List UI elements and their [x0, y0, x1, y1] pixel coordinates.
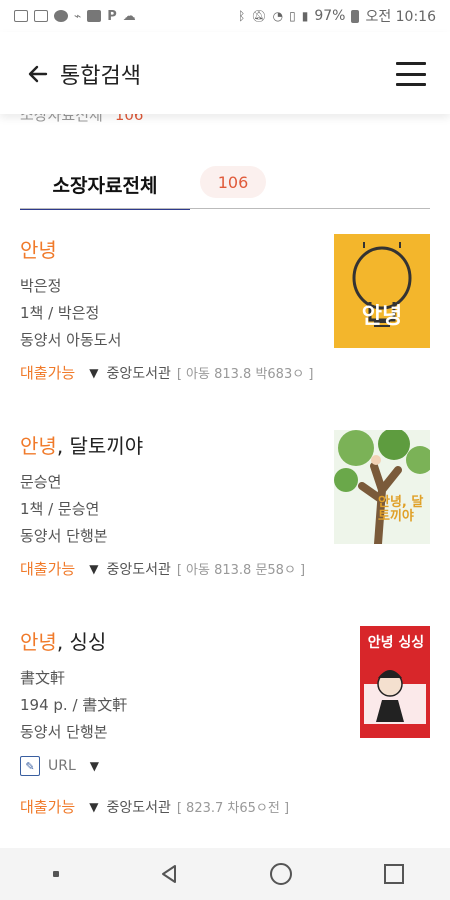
result-tabs: 소장자료전체 106: [20, 160, 430, 210]
bluetooth-icon: ᛒ: [238, 9, 246, 23]
signal-icon: ▮: [301, 9, 309, 23]
back-triangle-icon[interactable]: [149, 854, 189, 894]
recent-apps-dot-icon[interactable]: [36, 854, 76, 894]
overview-square-icon[interactable]: [374, 854, 414, 894]
app-bar: 통합검색: [0, 32, 450, 114]
w-app-icon: [87, 10, 102, 22]
tab-divider: [20, 208, 430, 209]
call-number: [ 823.7 차65ㅇ전 ]: [176, 801, 290, 816]
chevron-down-icon[interactable]: ▼: [89, 562, 98, 576]
status-bar-left-icons: ⌁ P ☁: [14, 9, 136, 24]
library-name: 중앙도서관: [106, 561, 171, 578]
cover-title: 안녕, 달토끼야: [378, 495, 424, 525]
chevron-down-icon[interactable]: ▼: [90, 759, 99, 773]
holding-status: 대출가능 ▼ 중앙도서관 [ 아동 813.8 박683ㅇ ]: [20, 362, 430, 383]
status-bar: ⌁ P ☁ ᛒ 🔕︎ ◔ ▯ ▮ 97% 오전 10:16: [0, 0, 450, 32]
result-count-badge: 106: [200, 166, 266, 198]
chevron-down-icon[interactable]: ▼: [89, 800, 98, 814]
p-app-icon: P: [107, 8, 117, 24]
library-name: 중앙도서관: [106, 799, 171, 816]
book-cover[interactable]: 안녕 싱싱: [360, 626, 430, 738]
gallery-icon: [14, 10, 28, 22]
cloud-icon: ☁: [122, 8, 136, 24]
cover-title: 안녕: [361, 304, 403, 329]
holding-status: 대출가능 ▼ 중앙도서관 [ 아동 813.8 문58ㅇ ]: [20, 558, 430, 579]
availability-status: 대출가능: [20, 798, 76, 816]
tab-label: 소장자료전체: [52, 174, 158, 197]
battery-percent: 97%: [314, 8, 346, 24]
url-link-row[interactable]: ✎ URL ▼: [20, 756, 430, 776]
lock-icon: [34, 10, 48, 22]
cover-title: 안녕 싱싱: [367, 635, 425, 651]
system-nav-bar: [0, 848, 450, 900]
status-bar-right: ᛒ 🔕︎ ◔ ▯ ▮ 97% 오전 10:16: [238, 6, 436, 26]
mute-icon: 🔕︎: [251, 9, 267, 23]
holding-status: 대출가능 ▼ 중앙도서관 [ 823.7 차65ㅇ전 ]: [20, 796, 430, 817]
wifi-icon: ◔: [272, 9, 284, 23]
tab-all-holdings[interactable]: 소장자료전체: [20, 160, 190, 210]
page-title: 통합검색: [60, 64, 141, 89]
back-arrow-icon[interactable]: [24, 60, 52, 88]
availability-status: 대출가능: [20, 560, 76, 578]
link-icon: ✎: [20, 756, 40, 776]
book-cover[interactable]: 안녕, 달토끼야: [334, 430, 430, 544]
battery-icon: [351, 9, 360, 23]
home-circle-icon[interactable]: [261, 854, 301, 894]
no-sim-icon: ▯: [289, 9, 296, 23]
book-cover[interactable]: 안녕: [334, 234, 430, 348]
chevron-down-icon[interactable]: ▼: [89, 366, 98, 380]
call-number: [ 아동 813.8 박683ㅇ ]: [176, 367, 314, 382]
usb-icon: ⌁: [74, 9, 82, 23]
clock: 오전 10:16: [365, 9, 436, 25]
library-name: 중앙도서관: [106, 365, 171, 382]
hamburger-menu-icon[interactable]: [396, 62, 426, 86]
person-icon: [54, 10, 68, 22]
url-label[interactable]: URL: [48, 758, 76, 774]
call-number: [ 아동 813.8 문58ㅇ ]: [176, 563, 306, 578]
availability-status: 대출가능: [20, 364, 76, 382]
